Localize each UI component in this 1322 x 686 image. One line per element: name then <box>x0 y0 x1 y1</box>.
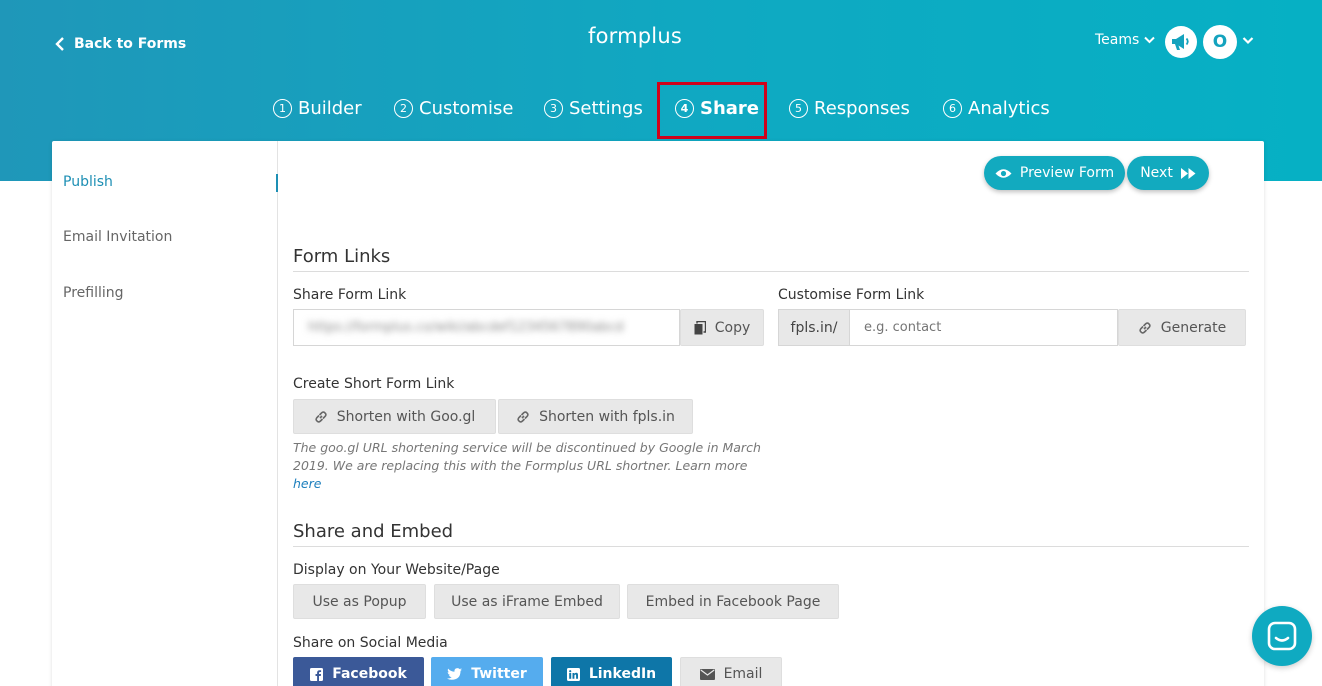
copy-icon <box>694 320 706 334</box>
learn-more-link[interactable]: here <box>293 476 321 491</box>
active-indicator <box>276 174 278 192</box>
tab-label: Builder <box>298 98 362 119</box>
tab-responses[interactable]: 5 Responses <box>789 98 910 119</box>
tab-label: Settings <box>569 98 643 119</box>
share-form-link-label: Share Form Link <box>293 287 407 303</box>
link-icon <box>314 410 327 423</box>
teams-dropdown[interactable]: Teams <box>1095 32 1156 48</box>
user-avatar[interactable]: O <box>1203 25 1237 59</box>
email-share-button[interactable]: Email <box>680 657 782 686</box>
step-number: 6 <box>943 99 962 118</box>
form-links-heading: Form Links <box>293 246 391 267</box>
copy-label: Copy <box>714 319 751 336</box>
tab-share[interactable]: 4 Share <box>675 98 759 119</box>
chevron-down-icon[interactable] <box>1242 36 1254 45</box>
teams-label: Teams <box>1095 32 1140 48</box>
embed-facebook-page-button[interactable]: Embed in Facebook Page <box>627 584 839 619</box>
linkedin-share-button[interactable]: LinkedIn <box>551 657 672 686</box>
note-text: The goo.gl URL shortening service will b… <box>293 440 761 473</box>
next-button[interactable]: Next <box>1127 156 1209 190</box>
googl-deprecation-note: The goo.gl URL shortening service will b… <box>293 439 773 493</box>
tab-label: Analytics <box>968 98 1050 119</box>
step-number: 2 <box>394 99 413 118</box>
back-label: Back to Forms <box>74 36 187 52</box>
sidebar-item-email-invitation[interactable]: Email Invitation <box>63 229 172 245</box>
step-number: 4 <box>675 99 694 118</box>
share-link-value: https://formplus.co/wiki/abcdef123456789… <box>308 320 624 335</box>
tab-label: Share <box>700 98 760 119</box>
generate-label: Generate <box>1160 319 1227 336</box>
tab-label: Customise <box>419 98 514 119</box>
link-prefix: fpls.in/ <box>778 309 850 346</box>
formplus-logo: formplus <box>588 24 682 48</box>
share-form-link-input[interactable]: https://formplus.co/wiki/abcdef123456789… <box>293 309 680 346</box>
share-panel: Publish Email Invitation Prefilling Prev… <box>52 141 1264 686</box>
step-number: 5 <box>789 99 808 118</box>
create-short-link-label: Create Short Form Link <box>293 376 455 392</box>
share-embed-heading: Share and Embed <box>293 521 454 542</box>
step-number: 1 <box>273 99 292 118</box>
tab-builder[interactable]: 1 Builder <box>273 98 362 119</box>
sidebar-item-prefilling[interactable]: Prefilling <box>63 285 124 301</box>
step-number: 3 <box>544 99 563 118</box>
shorten-fpls-button[interactable]: Shorten with fpls.in <box>498 399 693 434</box>
tab-settings[interactable]: 3 Settings <box>544 98 643 119</box>
fpls-label: Shorten with fpls.in <box>539 408 675 425</box>
live-chat-button[interactable] <box>1252 606 1312 666</box>
chat-icon <box>1267 621 1297 651</box>
megaphone-icon <box>1172 34 1189 50</box>
generate-button[interactable]: Generate <box>1118 309 1246 346</box>
custom-link-input[interactable] <box>849 309 1118 346</box>
display-on-website-label: Display on Your Website/Page <box>293 562 500 578</box>
facebook-icon <box>310 667 324 681</box>
chevron-down-icon <box>1144 36 1156 44</box>
twitter-share-button[interactable]: Twitter <box>431 657 543 686</box>
divider <box>293 546 1249 547</box>
share-social-label: Share on Social Media <box>293 635 448 651</box>
copy-button[interactable]: Copy <box>680 309 764 346</box>
tab-analytics[interactable]: 6 Analytics <box>943 98 1050 119</box>
twitter-icon <box>447 668 463 680</box>
divider <box>293 271 1249 272</box>
envelope-icon <box>699 668 715 680</box>
facebook-label: Facebook <box>332 666 407 682</box>
shorten-googl-button[interactable]: Shorten with Goo.gl <box>293 399 496 434</box>
customise-form-link-label: Customise Form Link <box>778 287 925 303</box>
share-sidebar: Publish Email Invitation Prefilling <box>52 141 278 686</box>
googl-label: Shorten with Goo.gl <box>336 408 476 425</box>
facebook-share-button[interactable]: Facebook <box>293 657 424 686</box>
announcements-button[interactable] <box>1165 26 1197 58</box>
tab-label: Responses <box>814 98 910 119</box>
back-to-forms-link[interactable]: Back to Forms <box>54 36 186 52</box>
linkedin-label: LinkedIn <box>588 666 657 682</box>
preview-form-button[interactable]: Preview Form <box>984 156 1125 190</box>
tab-customise[interactable]: 2 Customise <box>394 98 513 119</box>
link-icon <box>1139 321 1151 334</box>
link-icon <box>517 410 529 423</box>
fast-forward-icon <box>1180 167 1196 179</box>
chevron-left-icon <box>55 37 64 51</box>
next-label: Next <box>1140 165 1173 181</box>
preview-label: Preview Form <box>1019 165 1115 181</box>
email-label: Email <box>723 666 763 682</box>
step-tabs: 1 Builder 2 Customise 3 Settings 4 Share… <box>0 98 1322 126</box>
sidebar-item-publish[interactable]: Publish <box>63 174 113 190</box>
eye-icon <box>995 168 1012 178</box>
twitter-label: Twitter <box>471 666 527 682</box>
use-as-popup-button[interactable]: Use as Popup <box>293 584 426 619</box>
linkedin-icon <box>566 667 580 681</box>
iframe-embed-button[interactable]: Use as iFrame Embed <box>434 584 620 619</box>
